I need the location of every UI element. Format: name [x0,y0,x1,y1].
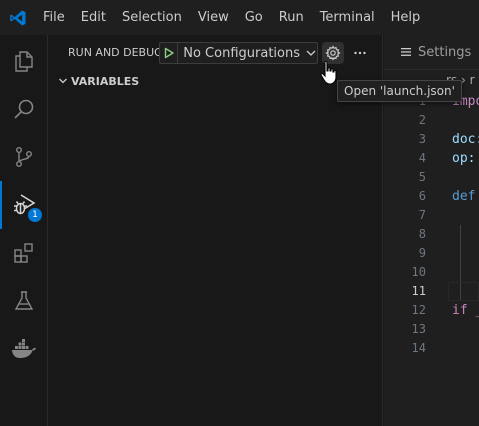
menu-view[interactable]: View [190,0,237,35]
chevron-down-icon [55,73,71,89]
line-number: 7 [418,208,426,222]
chevron-down-icon [305,47,317,59]
activity-explorer[interactable] [0,37,48,85]
debug-config-box: No Configurations [159,42,318,64]
title-bar: File Edit Selection View Go Run Terminal… [0,0,479,35]
menu-help[interactable]: Help [383,0,429,35]
hand-cursor-icon [320,60,337,85]
extensions-icon [14,243,33,263]
activity-extensions[interactable] [0,229,48,277]
code-line[interactable]: op: [452,149,475,168]
line-number: 8 [418,227,426,241]
line-number: 3 [418,132,426,146]
line-number: 13 [411,322,426,336]
debug-badge: 1 [28,208,42,222]
code-line[interactable]: doc: [452,130,479,149]
launch-json-tooltip: Open 'launch.json' [337,80,462,102]
settings-tab-icon [400,46,414,58]
current-line-highlight [448,282,479,301]
code-line[interactable]: if _ [452,301,479,320]
line-number: 5 [418,170,426,184]
menu-terminal[interactable]: Terminal [312,0,383,35]
search-icon [14,99,34,119]
line-number: 12 [411,303,426,317]
menu-selection[interactable]: Selection [114,0,190,35]
line-number: 6 [418,189,426,203]
ellipsis-icon [354,51,366,55]
activity-docker[interactable] [0,325,48,373]
start-debugging-button[interactable] [160,43,179,63]
menu-file[interactable]: File [35,0,73,35]
line-number: 2 [418,113,426,127]
line-number: 10 [411,265,426,279]
activity-source-control[interactable] [0,133,48,181]
sidebar-title: RUN AND DEBUG [68,46,163,59]
line-number: 14 [411,341,426,355]
activity-run-debug[interactable]: 1 [0,181,48,229]
line-number: 9 [418,246,426,260]
run-debug-sidebar: RUN AND DEBUG No Configurations VARIABLE… [49,35,383,426]
activity-testing[interactable] [0,277,48,325]
variables-section-title: VARIABLES [71,74,140,88]
menu-go[interactable]: Go [237,0,271,35]
menu-edit[interactable]: Edit [73,0,114,35]
gear-icon [325,45,341,61]
tab-settings[interactable]: Settings [384,35,479,70]
configuration-dropdown[interactable]: No Configurations [178,43,317,63]
code-line[interactable]: def [452,187,475,206]
line-number: 4 [418,151,426,165]
activity-bar: 1 [0,35,48,426]
indent-guide [460,225,461,263]
menu-bar: File Edit Selection View Go Run Terminal… [35,0,428,35]
activity-search[interactable] [0,85,48,133]
tab-label: Settings [418,44,472,60]
configuration-label: No Configurations [183,45,300,61]
vscode-logo-icon [0,0,35,35]
menu-run[interactable]: Run [271,0,312,35]
docker-icon [12,339,36,358]
source-control-icon [15,147,32,168]
play-icon [164,47,174,59]
explorer-icon [15,51,33,72]
testing-icon [14,291,34,310]
line-number-active: 11 [411,284,426,298]
more-actions-button[interactable] [349,42,371,64]
